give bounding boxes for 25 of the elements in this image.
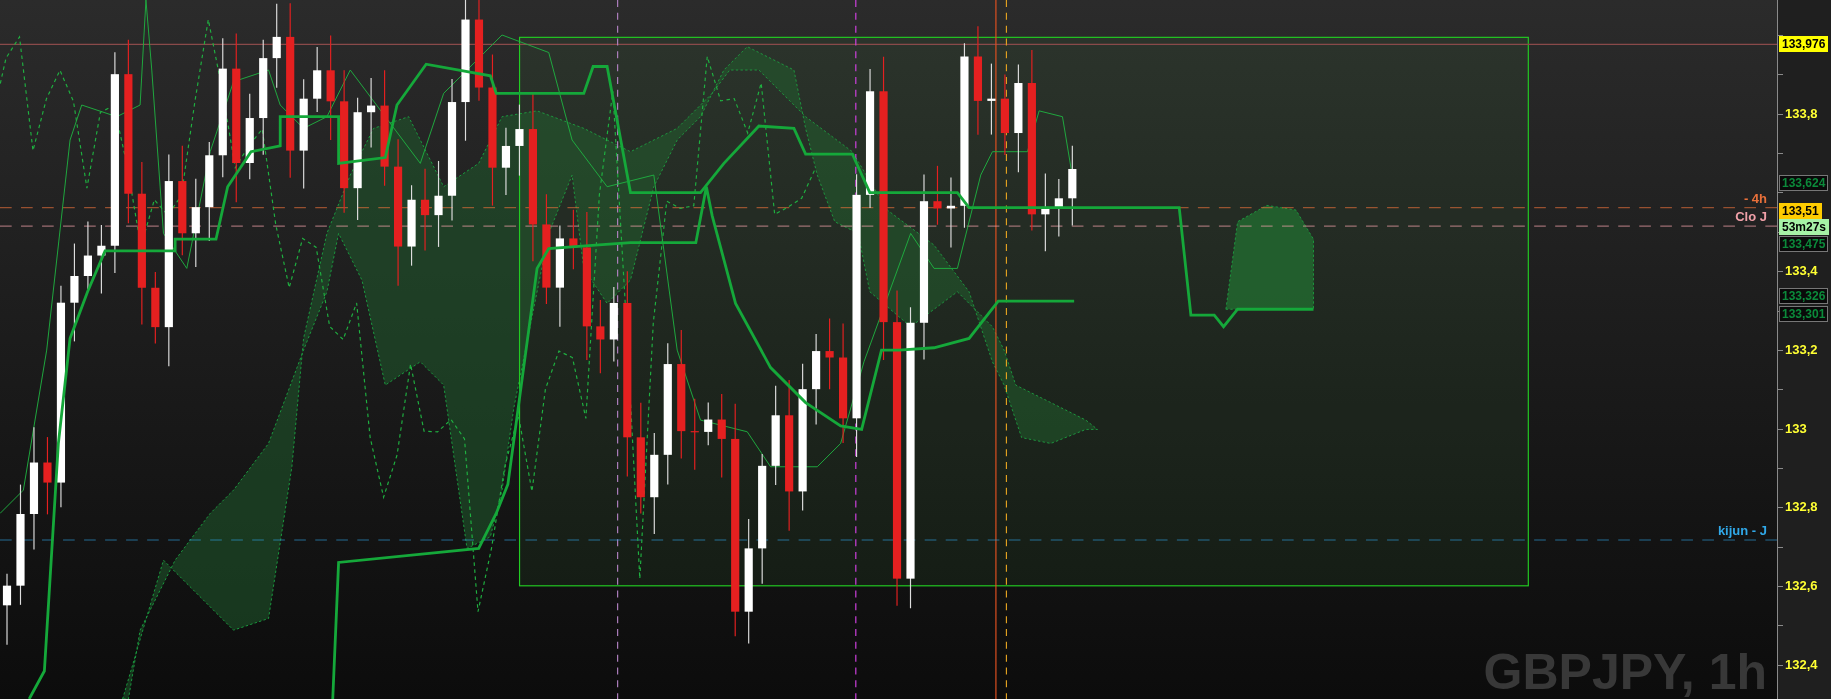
price-tag: 133,475 [1779, 235, 1829, 252]
price-tag: 133,301 [1779, 305, 1829, 322]
line-label: Clo J [1735, 209, 1767, 225]
candlestick [367, 77, 376, 149]
axis-label: 132,8 [1785, 499, 1818, 516]
axis-label: 133,2 [1785, 341, 1818, 358]
candlestick [313, 46, 322, 113]
price-tag: 133,624 [1779, 175, 1829, 192]
axis-label: 133 [1785, 420, 1807, 437]
line-label: - 4h [1743, 190, 1767, 206]
line-label: kijun - J [1717, 523, 1767, 539]
candlestick [704, 402, 713, 446]
candlestick [97, 224, 106, 295]
price-tag: 133,51 [1779, 202, 1822, 219]
candlestick [501, 127, 511, 196]
axis-label: 133,4 [1785, 263, 1818, 280]
axis-label: 132,4 [1785, 656, 1818, 673]
candlestick [933, 165, 942, 226]
axis-label: 132,6 [1785, 578, 1818, 595]
price-tag: 133,976 [1779, 36, 1829, 53]
axis-label: 133,8 [1785, 105, 1818, 122]
candlestick [1054, 178, 1063, 238]
price-tag: 133,326 [1779, 288, 1829, 305]
candlestick [83, 220, 92, 290]
candlestick [569, 209, 578, 270]
